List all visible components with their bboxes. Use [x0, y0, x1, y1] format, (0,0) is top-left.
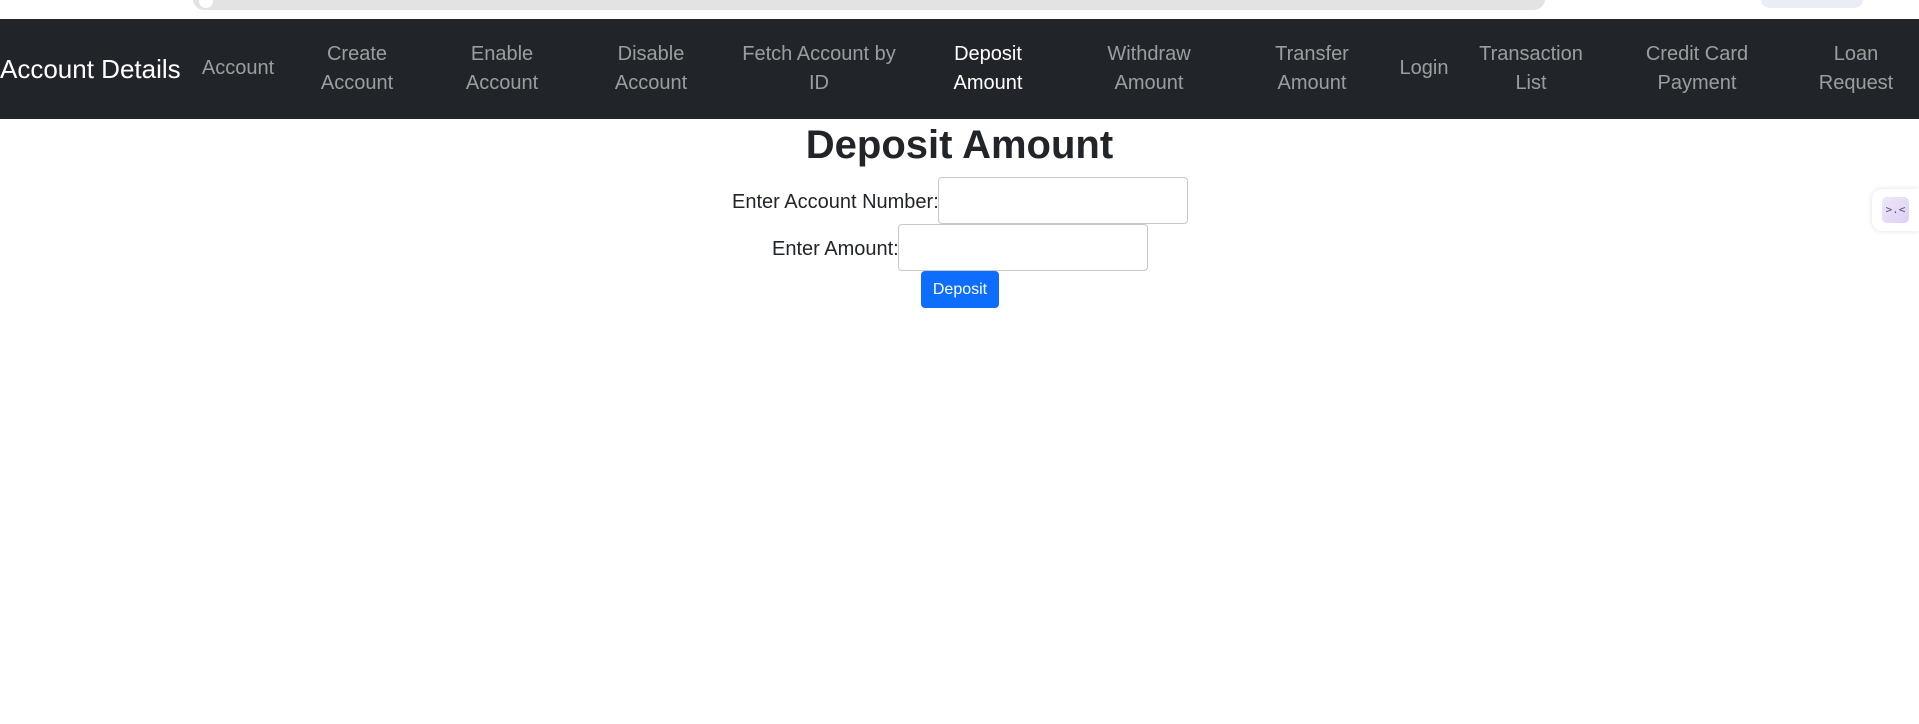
account-number-input[interactable]	[938, 177, 1188, 224]
nav-item-enable-account[interactable]: Enable Account	[457, 40, 547, 98]
page-title: Deposit Amount	[805, 123, 1114, 167]
code-face-icon: >.<	[1882, 197, 1909, 223]
nav-item-transfer-amount[interactable]: Transfer Amount	[1267, 40, 1357, 98]
browser-chrome-strip	[0, 0, 1919, 19]
nav-item-fetch-account-by-id[interactable]: Fetch Account by ID	[739, 40, 899, 98]
nav-item-loan-request[interactable]: Loan Request	[1816, 40, 1896, 98]
nav-item-account[interactable]: Account	[202, 54, 274, 83]
top-navbar: Account Details Account Create Account E…	[0, 19, 1919, 119]
deposit-button[interactable]: Deposit	[921, 271, 999, 308]
nav-item-login[interactable]: Login	[1400, 54, 1449, 83]
amount-input[interactable]	[898, 224, 1148, 271]
nav-item-disable-account[interactable]: Disable Account	[606, 40, 696, 98]
amount-label: Enter Amount:	[772, 238, 899, 260]
navbar-brand[interactable]: Account Details	[0, 19, 181, 119]
site-info-icon[interactable]	[199, 0, 213, 8]
address-bar[interactable]	[193, 0, 1545, 10]
profile-button[interactable]	[1761, 0, 1863, 8]
account-number-label: Enter Account Number:	[732, 191, 939, 213]
nav-item-deposit-amount[interactable]: Deposit Amount	[943, 40, 1033, 98]
nav-item-credit-card-payment[interactable]: Credit Card Payment	[1642, 40, 1752, 98]
nav-item-transaction-list[interactable]: Transaction List	[1476, 40, 1586, 98]
nav-item-withdraw-amount[interactable]: Withdraw Amount	[1099, 40, 1199, 98]
side-extension-widget[interactable]: >.<	[1872, 189, 1919, 231]
nav-item-create-account[interactable]: Create Account	[312, 40, 402, 98]
